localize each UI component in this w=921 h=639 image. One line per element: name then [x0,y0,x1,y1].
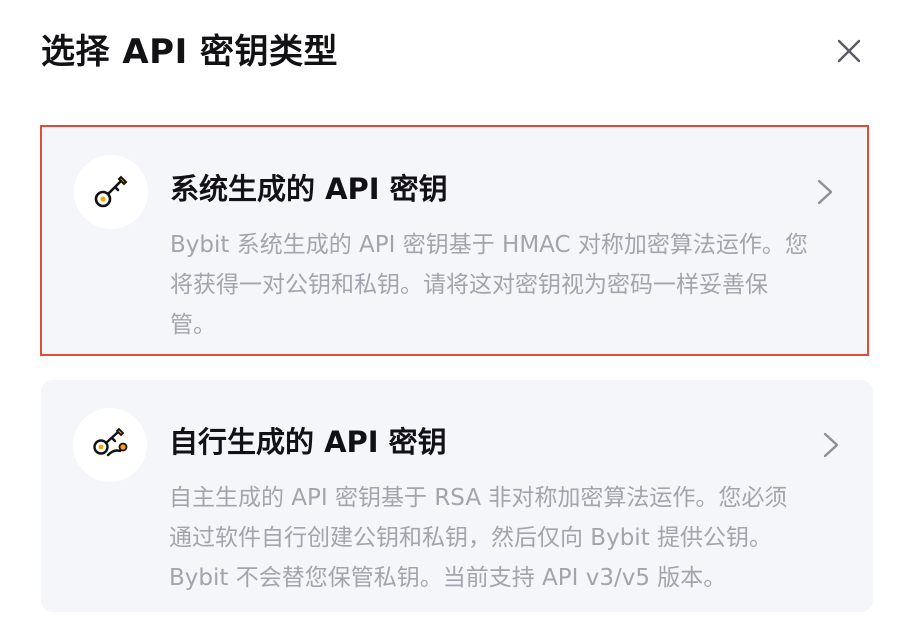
option-title: 系统生成的 API 密钥 [170,172,448,206]
option-description: 自主生成的 API 密钥基于 RSA 非对称加密算法运作。您必须通过软件自行创建… [169,485,788,591]
close-button[interactable] [829,31,869,71]
option-self-generated[interactable]: 自行生成的 API 密钥 自主生成的 API 密钥基于 RSA 非对称加密算法运… [41,380,873,612]
key-icon [94,175,128,208]
option-description: Bybit 系统生成的 API 密钥基于 HMAC 对称加密算法运作。您将获得一… [170,232,808,338]
option-system-generated[interactable]: 系统生成的 API 密钥 Bybit 系统生成的 API 密钥基于 HMAC 对… [40,125,869,356]
icon-container [74,155,148,229]
key-pair-icon [93,427,128,457]
dialog-title: 选择 API 密钥类型 [41,32,339,72]
close-icon [837,39,861,63]
option-title: 自行生成的 API 密钥 [169,425,447,459]
chevron-right-icon [823,432,839,458]
icon-container [73,408,147,482]
chevron-right-icon [817,179,833,205]
